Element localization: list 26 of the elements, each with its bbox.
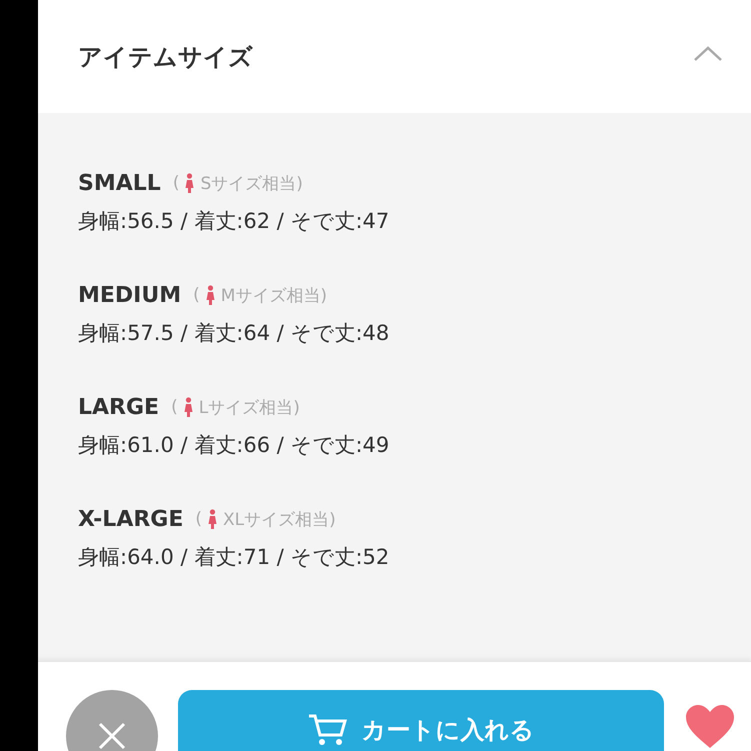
size-equivalent: Sサイズ相当) — [200, 172, 303, 194]
person-icon — [185, 173, 194, 193]
heart-icon[interactable] — [684, 704, 736, 750]
parenthesis: ( — [172, 173, 180, 193]
parenthesis: ( — [193, 285, 200, 305]
chevron-icon[interactable] — [693, 46, 723, 62]
size-name: SMALL — [78, 170, 161, 196]
person-icon — [208, 509, 218, 529]
size-name: LARGE — [78, 394, 160, 420]
person-icon — [184, 397, 193, 417]
section-title: アイテムサイズ — [78, 42, 253, 72]
size-equivalent: Mサイズ相当) — [220, 284, 328, 306]
parenthesis: ( — [171, 397, 178, 417]
measurements: 身幅:64.0 / 着丈:71 / そで丈:52 — [78, 544, 390, 571]
cart-icon — [308, 712, 348, 746]
measurements: 身幅:57.5 / 着丈:64 / そで丈:48 — [78, 320, 390, 347]
parenthesis: ( — [195, 509, 202, 529]
close-icon — [97, 721, 127, 751]
size-equivalent: Lサイズ相当) — [198, 396, 300, 418]
size-name: X-LARGE — [78, 506, 184, 532]
measurements: 身幅:56.5 / 着丈:62 / そで丈:47 — [78, 208, 390, 235]
measurements: 身幅:61.0 / 着丈:66 / そで丈:49 — [78, 432, 390, 459]
size-name: MEDIUM — [78, 282, 182, 308]
person-icon — [206, 285, 215, 305]
size-equivalent: XLサイズ相当) — [223, 508, 336, 530]
add-to-cart-button[interactable]: カートに入れる — [178, 690, 664, 751]
